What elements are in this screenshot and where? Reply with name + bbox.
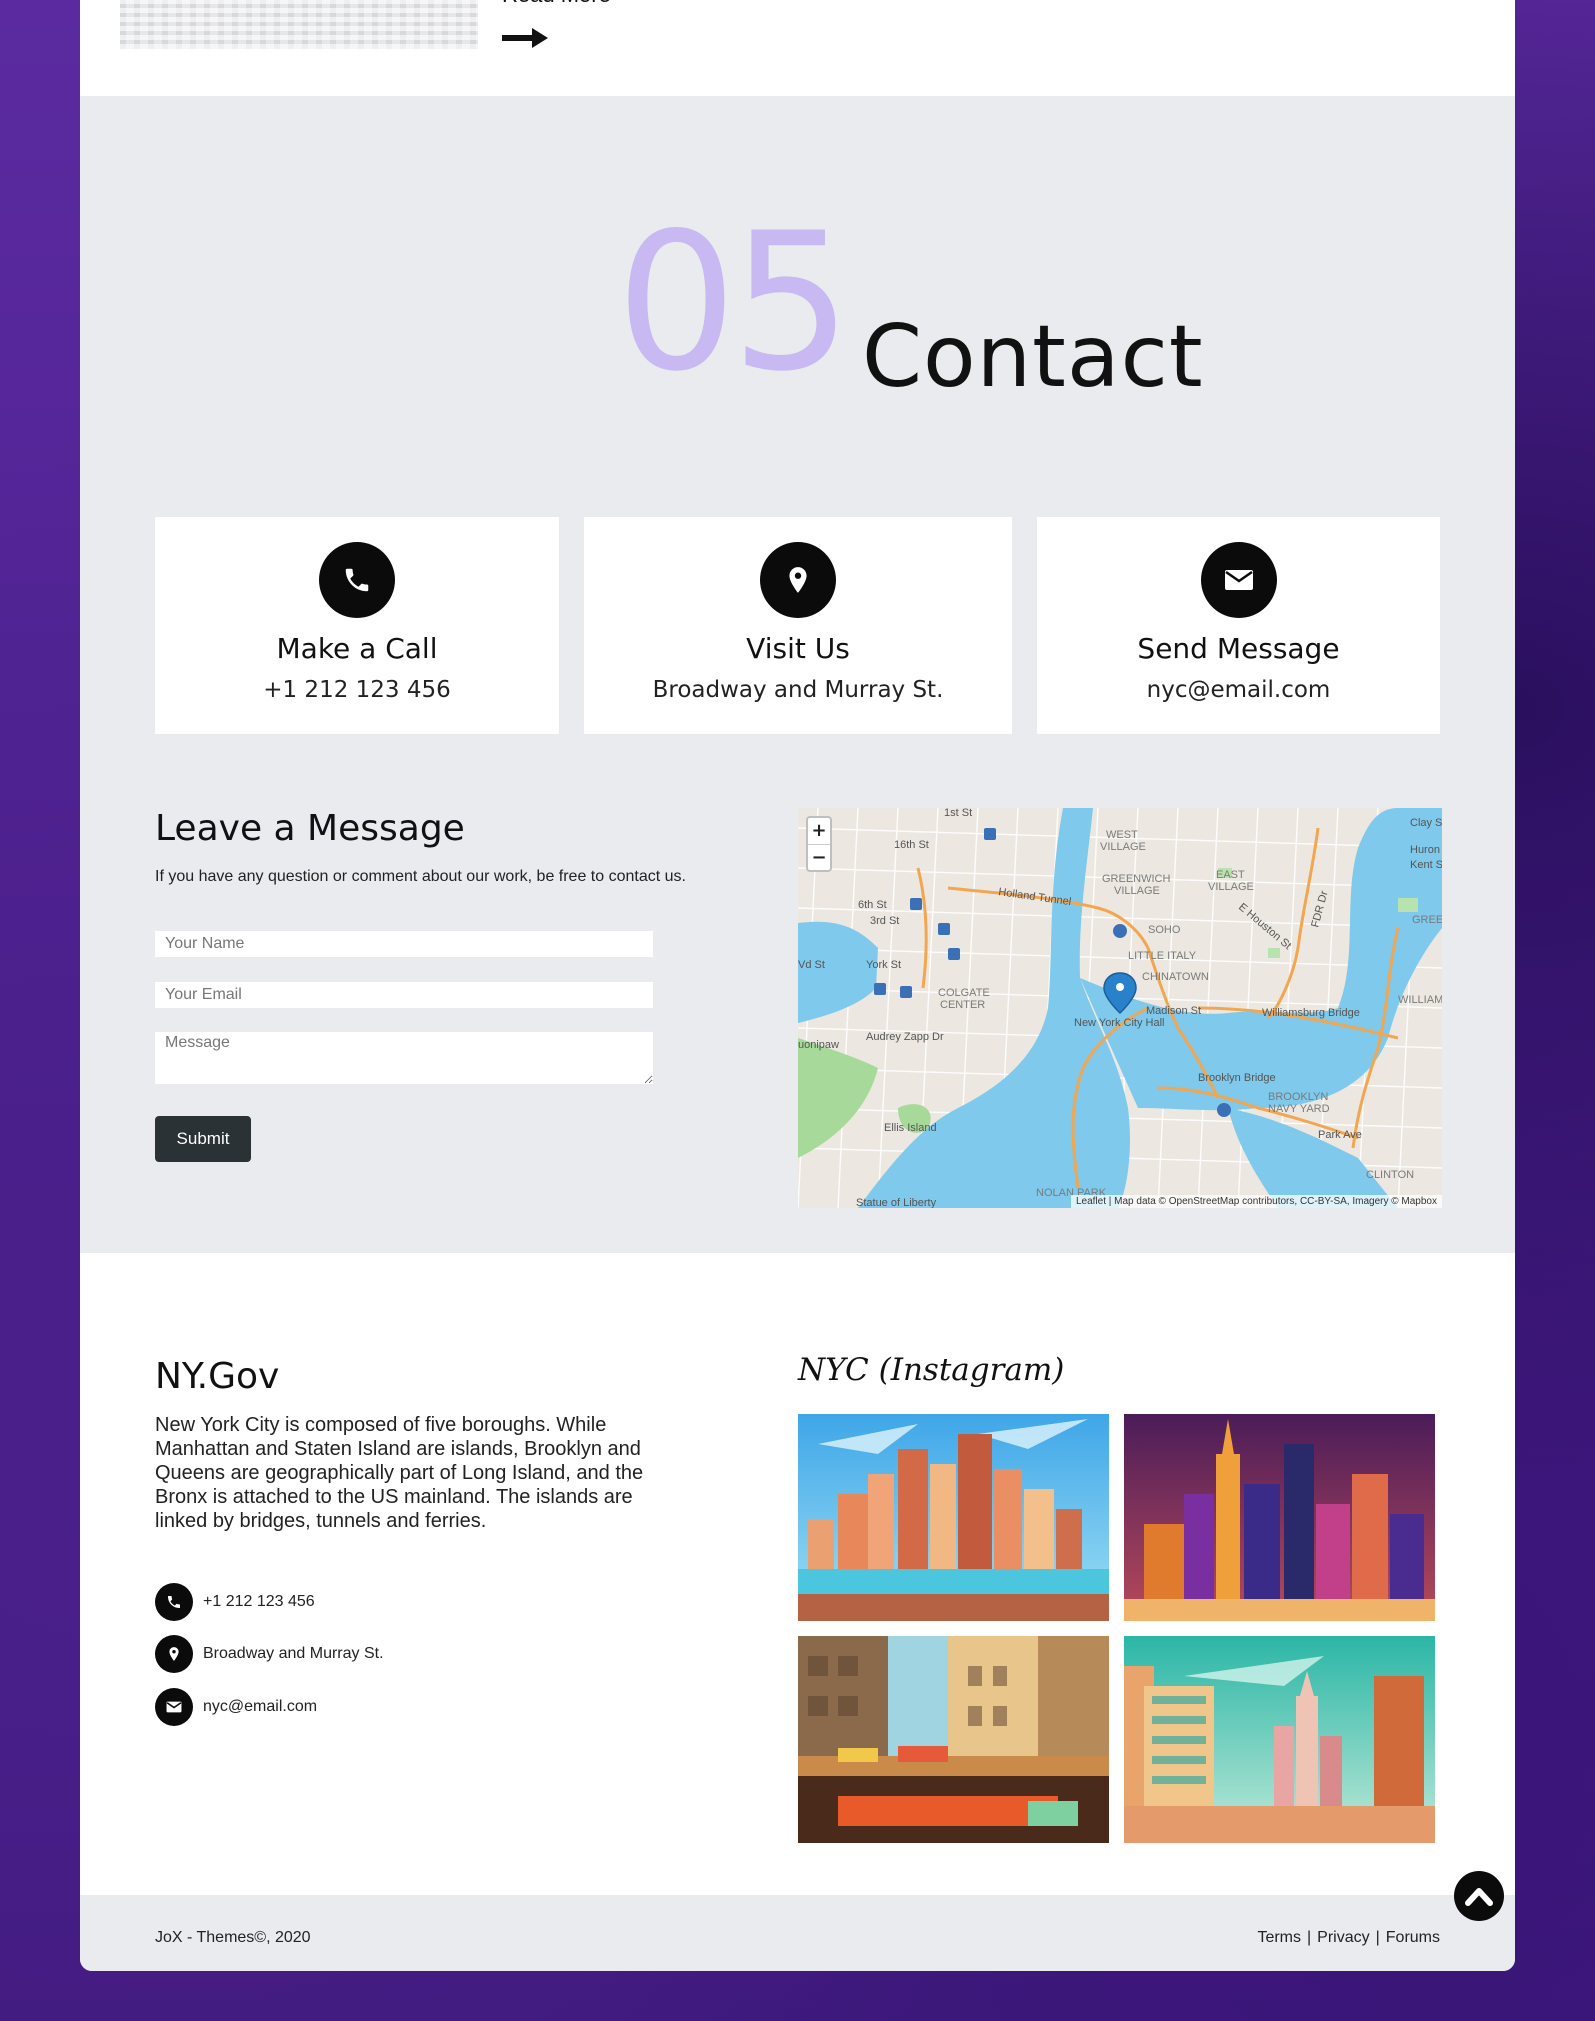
envelope-icon — [1200, 542, 1277, 618]
svg-text:Ellis Island: Ellis Island — [884, 1122, 937, 1134]
about-text: New York City is composed of five boroug… — [155, 1414, 644, 1532]
svg-text:LITTLE ITALY: LITTLE ITALY — [1128, 950, 1197, 962]
page-container: Read More 05 Contact Make a Call +1 212 … — [80, 0, 1515, 1971]
svg-text:Audrey Zapp Dr: Audrey Zapp Dr — [866, 1031, 944, 1043]
map-attribution[interactable]: Leaflet | Map data © OpenStreetMap contr… — [1070, 1195, 1442, 1208]
form-heading: Leave a Message — [155, 808, 465, 849]
blog-strip: Read More — [80, 0, 1515, 96]
svg-text:16th St: 16th St — [894, 839, 929, 851]
form-intro: If you have any question or comment abou… — [155, 868, 686, 885]
svg-text:Statue of Liberty: Statue of Liberty — [856, 1197, 937, 1208]
phone-icon — [319, 542, 395, 618]
card-title: Send Message — [1137, 632, 1340, 665]
svg-text:Clay St: Clay St — [1410, 817, 1442, 829]
svg-text:COLGATE: COLGATE — [938, 987, 990, 999]
svg-text:CHINATOWN: CHINATOWN — [1142, 971, 1209, 983]
card-value: +1 212 123 456 — [263, 677, 451, 703]
svg-text:WILLIAMSB: WILLIAMSB — [1398, 994, 1442, 1006]
svg-text:WEST: WEST — [1106, 829, 1138, 841]
separator: | — [1307, 1929, 1312, 1946]
card-title: Make a Call — [276, 632, 438, 665]
card-title: Visit Us — [746, 632, 850, 665]
svg-text:VILLAGE: VILLAGE — [1208, 881, 1254, 893]
copyright: JoX - Themes©, 2020 — [155, 1929, 311, 1946]
svg-text:SOHO: SOHO — [1148, 924, 1181, 936]
svg-text:NAVY YARD: NAVY YARD — [1268, 1103, 1330, 1115]
blog-thumbnail[interactable] — [120, 0, 478, 49]
svg-text:Brooklyn Bridge: Brooklyn Bridge — [1198, 1072, 1276, 1084]
info-email: nyc@email.com — [155, 1688, 317, 1726]
footer-link-forums[interactable]: Forums — [1386, 1929, 1440, 1946]
section-title: Contact — [862, 307, 1204, 407]
svg-text:York St: York St — [866, 959, 901, 971]
message-card[interactable]: Send Message nyc@email.com — [1037, 517, 1440, 734]
svg-text:GREEN: GREEN — [1412, 914, 1442, 926]
chevron-up-icon — [1465, 1888, 1493, 1906]
about-heading: NY.Gov — [155, 1356, 280, 1397]
instagram-photo-4[interactable] — [1124, 1636, 1435, 1843]
svg-text:CENTER: CENTER — [940, 999, 985, 1011]
info-address-text: Broadway and Murray St. — [203, 1645, 384, 1662]
location-pin-icon — [155, 1635, 193, 1673]
scroll-to-top-button[interactable] — [1454, 1871, 1504, 1921]
card-value: nyc@email.com — [1146, 677, 1331, 703]
svg-text:CLINTON: CLINTON — [1366, 1169, 1414, 1181]
instagram-heading: NYC (Instagram) — [798, 1352, 1065, 1388]
call-card[interactable]: Make a Call +1 212 123 456 — [155, 517, 559, 734]
separator: | — [1375, 1929, 1380, 1946]
svg-text:3rd St: 3rd St — [870, 915, 899, 927]
card-value: Broadway and Murray St. — [652, 677, 944, 703]
info-phone: +1 212 123 456 — [155, 1583, 315, 1621]
location-pin-icon — [760, 542, 836, 618]
envelope-icon — [155, 1688, 193, 1726]
site-footer: JoX - Themes©, 2020 Terms | Privacy | Forums — [80, 1895, 1515, 1971]
footer-link-privacy[interactable]: Privacy — [1317, 1929, 1369, 1946]
info-email-text: nyc@email.com — [203, 1698, 318, 1715]
read-more-link[interactable]: Read More — [502, 0, 611, 8]
email-input[interactable] — [155, 982, 653, 1008]
svg-text:Kent St: Kent St — [1410, 859, 1442, 871]
map-zoom-control: + − — [806, 816, 832, 872]
footer-links: Terms | Privacy | Forums — [1257, 1929, 1440, 1947]
message-textarea[interactable] — [155, 1032, 653, 1084]
svg-text:Huron St: Huron St — [1410, 844, 1442, 856]
phone-icon — [155, 1583, 193, 1621]
name-input[interactable] — [155, 931, 653, 957]
section-number: 05 — [616, 192, 852, 413]
zoom-in-button[interactable]: + — [808, 818, 830, 844]
svg-text:1st St: 1st St — [944, 808, 972, 819]
info-address: Broadway and Murray St. — [155, 1635, 384, 1673]
svg-text:Vd St: Vd St — [798, 959, 825, 971]
map-canvas[interactable]: Holland Tunnel WEST VILLAGE GREENWICH VI… — [798, 808, 1442, 1208]
submit-button[interactable]: Submit — [155, 1116, 251, 1162]
svg-text:uonipaw: uonipaw — [798, 1039, 839, 1051]
instagram-photo-1[interactable] — [798, 1414, 1109, 1621]
svg-text:Williamsburg Bridge: Williamsburg Bridge — [1262, 1007, 1360, 1019]
svg-text:GREENWICH: GREENWICH — [1102, 873, 1171, 885]
svg-text:Madison St: Madison St — [1146, 1005, 1201, 1017]
svg-text:6th St: 6th St — [858, 899, 887, 911]
arrow-right-icon[interactable] — [502, 26, 548, 50]
info-phone-text: +1 212 123 456 — [203, 1593, 315, 1610]
instagram-photo-3[interactable] — [798, 1636, 1109, 1843]
map-widget[interactable]: Holland Tunnel WEST VILLAGE GREENWICH VI… — [798, 808, 1442, 1208]
instagram-photo-2[interactable] — [1124, 1414, 1435, 1621]
contact-section: 05 Contact Make a Call +1 212 123 456 Vi… — [80, 96, 1515, 1253]
svg-text:BROOKLYN: BROOKLYN — [1268, 1091, 1328, 1103]
svg-text:New York City Hall: New York City Hall — [1074, 1017, 1164, 1029]
footer-link-terms[interactable]: Terms — [1257, 1929, 1301, 1946]
svg-text:VILLAGE: VILLAGE — [1100, 841, 1146, 853]
zoom-out-button[interactable]: − — [808, 844, 830, 870]
svg-text:VILLAGE: VILLAGE — [1114, 885, 1160, 897]
svg-text:EAST: EAST — [1216, 869, 1245, 881]
visit-card[interactable]: Visit Us Broadway and Murray St. — [584, 517, 1012, 734]
svg-text:Park Ave: Park Ave — [1318, 1129, 1362, 1141]
